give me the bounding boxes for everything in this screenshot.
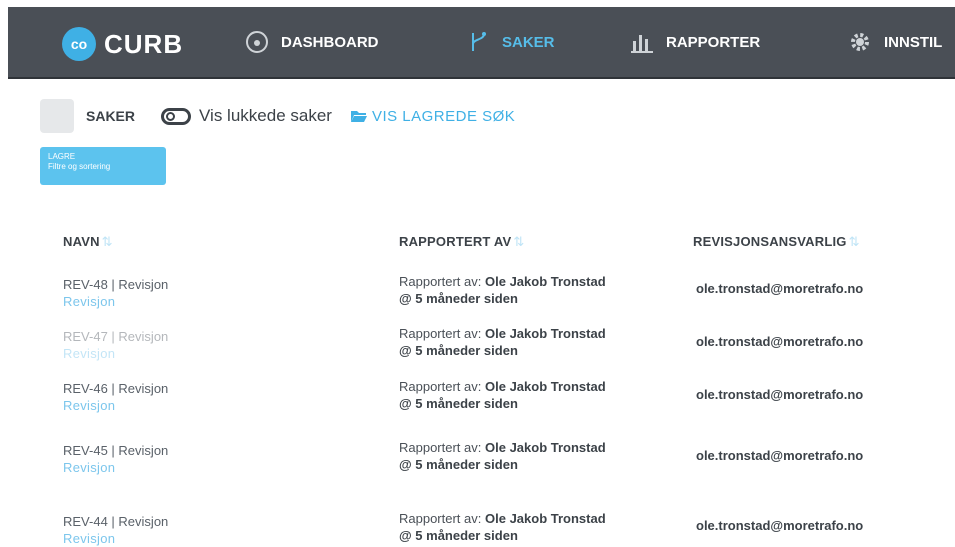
saved-search-label: VIS LAGREDE SØK [371, 107, 516, 125]
branch-icon [468, 30, 490, 54]
nav-saker[interactable]: SAKER [468, 7, 555, 77]
table-row-responsible: ole.tronstad@moretrafo.no [696, 387, 864, 402]
nav-dashboard-label: DASHBOARD [281, 33, 379, 51]
select-all-checkbox[interactable] [40, 99, 74, 133]
table-row-reporter: Rapportert av: Ole Jakob Tronstad @ 5 må… [399, 326, 606, 358]
table-row-reporter: Rapportert av: Ole Jakob Tronstad @ 5 må… [399, 274, 606, 306]
dashboard-icon [245, 30, 269, 54]
sort-icon: ⇅ [513, 234, 525, 249]
nav-innstillinger[interactable]: INNSTIL [848, 7, 942, 77]
nav-rapporter-label: RAPPORTER [666, 33, 761, 51]
table-row-name[interactable]: REV-47 | Revisjon Revisjon [63, 328, 168, 362]
sort-icon: ⇅ [101, 234, 113, 249]
section-label: SAKER [86, 108, 136, 124]
nav-dashboard[interactable]: DASHBOARD [245, 7, 379, 77]
nav-rapporter[interactable]: RAPPORTER [630, 7, 760, 77]
gear-icon [848, 30, 872, 54]
show-saved-searches-link[interactable]: VIS LAGREDE SØK [350, 108, 515, 125]
column-header-revisjonsansvarlig[interactable]: REVISJONSANSVARLIG ⇅ [693, 234, 860, 250]
table-row-reporter: Rapportert av: Ole Jakob Tronstad @ 5 må… [399, 440, 606, 472]
bar-chart-icon [630, 31, 654, 53]
table-row-responsible: ole.tronstad@moretrafo.no [696, 448, 864, 463]
column-header-rapportert-av[interactable]: RAPPORTERT AV ⇅ [399, 234, 524, 250]
saker-toolbar: SAKER Vis lukkede saker VIS LAGREDE SØK [40, 97, 515, 135]
table-row-name[interactable]: REV-44 | Revisjon Revisjon [63, 513, 168, 547]
table-row-reporter: Rapportert av: Ole Jakob Tronstad @ 5 må… [399, 379, 606, 411]
table-row-name[interactable]: REV-45 | Revisjon Revisjon [63, 442, 168, 476]
toggle-label: Vis lukkede saker [199, 106, 332, 125]
top-navigation-bar: co CURB DASHBOARD SAKER RAPPORTER INNSTI… [8, 7, 955, 79]
save-button-line2: Filtre og sortering [48, 162, 111, 171]
closed-cases-toggle[interactable] [161, 107, 192, 125]
save-button-line1: LAGRE [48, 152, 76, 161]
sort-icon: ⇅ [848, 234, 860, 249]
table-row-name[interactable]: REV-48 | Revisjon Revisjon [63, 276, 168, 310]
column-header-navn[interactable]: NAVN ⇅ [63, 234, 113, 250]
logo-text: CURB [104, 28, 184, 59]
table-row-name[interactable]: REV-46 | Revisjon Revisjon [63, 380, 168, 414]
table-row-responsible: ole.tronstad@moretrafo.no [696, 518, 864, 533]
logo-mark: co [62, 27, 96, 61]
table-row-reporter: Rapportert av: Ole Jakob Tronstad @ 5 må… [399, 511, 606, 543]
nav-saker-label: SAKER [502, 33, 555, 51]
nav-innstillinger-label: INNSTIL [884, 33, 943, 51]
folder-icon [350, 111, 367, 122]
save-filters-button[interactable]: LAGRE Filtre og sortering [40, 147, 166, 185]
table-row-responsible: ole.tronstad@moretrafo.no [696, 334, 864, 349]
app-logo[interactable]: co CURB [62, 27, 183, 61]
table-row-responsible: ole.tronstad@moretrafo.no [696, 281, 864, 296]
